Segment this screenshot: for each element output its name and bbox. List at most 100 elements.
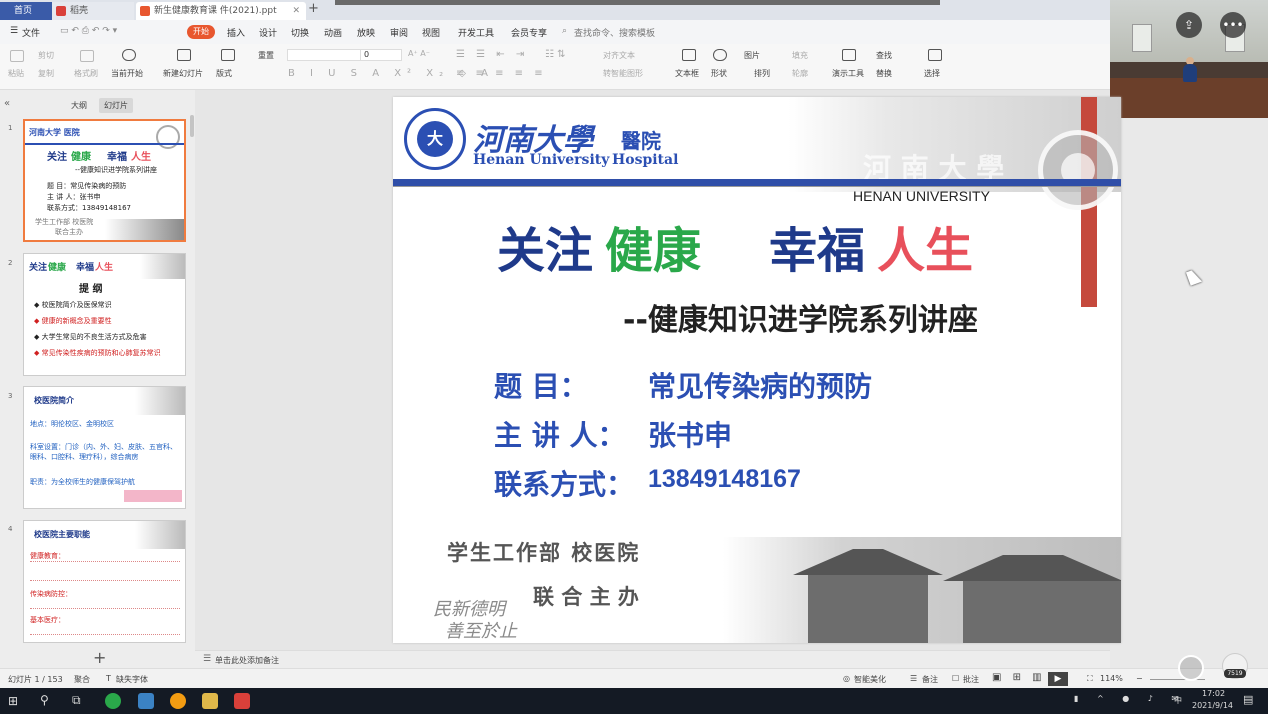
tab-document[interactable]: 新生健康教育课 件(2021).ppt ✕ xyxy=(136,2,306,20)
add-slide-button[interactable]: + xyxy=(93,648,106,667)
font-family-field[interactable] xyxy=(287,49,367,61)
share-icon[interactable]: ⇪ xyxy=(1176,12,1202,38)
tab-home[interactable]: 首页 xyxy=(0,2,52,20)
more-icon[interactable]: ••• xyxy=(1220,12,1246,38)
list-buttons[interactable]: ☰ ☰ ⇤ ⇥ xyxy=(456,49,528,60)
browser-icon[interactable] xyxy=(105,693,121,709)
shape-button[interactable]: 形状 xyxy=(711,68,727,79)
tray-icons[interactable]: ▮ ^ ● ♪ ✉ xyxy=(1074,694,1186,703)
font-size-field[interactable]: 0 xyxy=(360,49,402,61)
textbox-button[interactable]: 文本框 xyxy=(675,68,699,79)
thumbnail-scrollbar[interactable] xyxy=(190,115,194,137)
menu-design[interactable]: 设计 xyxy=(259,26,277,39)
notes-toggle[interactable]: 备注 xyxy=(922,674,938,685)
notes-placeholder[interactable]: 单击此处添加备注 xyxy=(215,655,279,666)
format-painter-button[interactable]: 格式刷 xyxy=(74,68,98,79)
slide-thumbnail-1[interactable]: 河南大学 医院 关注 健康 幸福 人生 --健康知识进学院系列讲座 题 目：常见… xyxy=(23,119,186,242)
new-slide-button[interactable]: 新建幻灯片 xyxy=(163,68,203,79)
quick-access-icons[interactable]: ▭ ↶ ⎙ ↶ ↷ ▾ xyxy=(60,26,117,36)
select-icon[interactable] xyxy=(928,49,942,61)
menu-animation[interactable]: 动画 xyxy=(324,26,342,39)
play-slideshow-icon[interactable]: ▶ xyxy=(1048,672,1068,686)
reset-button[interactable]: 重置 xyxy=(258,50,274,61)
smartart-button[interactable]: 转智能图形 xyxy=(603,68,643,79)
search-icon[interactable]: ⌕ xyxy=(562,26,567,36)
notification-icon[interactable]: ▤ xyxy=(1243,693,1253,706)
tab-outline[interactable]: 大纲 xyxy=(66,98,92,113)
thumb-photo xyxy=(140,254,185,279)
file-explorer-icon[interactable] xyxy=(202,693,218,709)
play-icon[interactable] xyxy=(122,49,136,61)
align-buttons[interactable]: ≡ ≡ ≡ ≡ ≡ xyxy=(456,68,547,79)
thumb-item: 健康的新概念及重要性 xyxy=(41,317,112,325)
comment-icon[interactable]: ☐ xyxy=(952,674,959,683)
notes-bar[interactable]: ☰ 单击此处添加备注 xyxy=(195,650,1110,668)
slide-thumbnail-3[interactable]: 校医院简介 地点：明伦校区、金明校区 科室设置：门诊（内、外、妇、皮肤、五官科、… xyxy=(23,386,186,509)
app-icon[interactable] xyxy=(170,693,186,709)
floating-ball-icon[interactable] xyxy=(1178,655,1204,681)
close-tab-icon[interactable]: ✕ xyxy=(292,2,300,20)
menu-insert[interactable]: 插入 xyxy=(227,26,245,39)
notes-toggle-icon[interactable]: ☰ xyxy=(910,674,917,683)
new-tab-button[interactable]: + xyxy=(308,1,319,16)
fill-button[interactable]: 填充 xyxy=(792,50,808,61)
smart-beautify-button[interactable]: 智能美化 xyxy=(854,674,886,685)
format-painter-icon[interactable] xyxy=(80,50,94,62)
zoom-out-icon[interactable]: − xyxy=(1136,674,1143,683)
menu-file[interactable]: 文件 xyxy=(22,26,40,39)
search-icon[interactable]: ⚲ xyxy=(40,693,49,707)
task-view-icon[interactable]: ⧉ xyxy=(72,693,81,708)
wps-icon[interactable] xyxy=(234,693,250,709)
replace-button[interactable]: 替换 xyxy=(876,68,892,79)
command-search[interactable]: 查找命令、搜索模板 xyxy=(574,26,655,39)
missing-font-button[interactable]: 缺失字体 xyxy=(116,674,148,685)
slide-thumbnail-4[interactable]: 校医院主要职能 健康教育： 传染病防控： 基本医疗： xyxy=(23,520,186,643)
zoom-level[interactable]: 114% xyxy=(1100,674,1123,683)
paste-icon[interactable] xyxy=(10,50,24,62)
outline-button[interactable]: 轮廓 xyxy=(792,68,808,79)
fit-window-icon[interactable]: ⛶ xyxy=(1087,674,1093,684)
from-current-button[interactable]: 当前开始 xyxy=(111,68,143,79)
paste-button[interactable]: 粘贴 xyxy=(8,68,24,79)
input-method[interactable]: 中 xyxy=(1174,695,1182,706)
present-tools-icon[interactable] xyxy=(842,49,856,61)
tab-daoke[interactable]: 稻壳 xyxy=(52,2,134,20)
layout-button[interactable]: 版式 xyxy=(216,68,232,79)
cut-button[interactable]: 剪切 xyxy=(38,50,54,61)
webcam-window xyxy=(1132,24,1152,52)
missing-font-icon[interactable]: T xyxy=(106,674,111,683)
title-part-1: 关注 xyxy=(497,223,594,279)
textbox-icon[interactable] xyxy=(682,49,696,61)
tab-slides[interactable]: 幻灯片 xyxy=(99,98,133,113)
app-icon[interactable] xyxy=(138,693,154,709)
comment-toggle[interactable]: 批注 xyxy=(963,674,979,685)
shape-icon[interactable] xyxy=(713,49,727,61)
font-grow-icon[interactable]: A⁺ A⁻ xyxy=(408,49,430,58)
collapse-panel-icon[interactable]: « xyxy=(4,98,10,109)
view-mode-icons[interactable]: ▣ ⊞ ▥ xyxy=(992,672,1046,683)
align-text-button[interactable]: 对齐文本 xyxy=(603,50,635,61)
menu-developer[interactable]: 开发工具 xyxy=(458,26,494,39)
slide-thumbnail-2[interactable]: 关注 健康 幸福 人生 提 纲 ◆ 校医院简介及医保常识 ◆ 健康的新概念及重要… xyxy=(23,253,186,376)
like-icon[interactable]: 7519 xyxy=(1222,653,1248,679)
menu-member[interactable]: 会员专享 xyxy=(511,26,547,39)
select-button[interactable]: 选择 xyxy=(924,68,940,79)
arrange-button[interactable]: 排列 xyxy=(754,68,770,79)
hamburger-icon[interactable]: ☰ xyxy=(10,26,18,36)
menu-slideshow[interactable]: 放映 xyxy=(357,26,375,39)
columns-icon[interactable]: ☷ ⇅ xyxy=(545,49,566,60)
slide-1[interactable]: 河 南 大 學 大 河南大學 醫院 Henan University Hospi… xyxy=(393,97,1121,643)
title-bar: 首页 稻壳 新生健康教育课 件(2021).ppt ✕ + xyxy=(0,0,1268,20)
layout-icon[interactable] xyxy=(221,49,235,61)
smart-beautify-icon[interactable]: ◎ xyxy=(843,674,850,683)
picture-button[interactable]: 图片 xyxy=(744,50,760,61)
find-button[interactable]: 查找 xyxy=(876,50,892,61)
menu-transition[interactable]: 切换 xyxy=(291,26,309,39)
menu-start[interactable]: 开始 xyxy=(187,25,215,39)
present-tools-button[interactable]: 演示工具 xyxy=(832,68,864,79)
menu-review[interactable]: 审阅 xyxy=(390,26,408,39)
copy-button[interactable]: 复制 xyxy=(38,68,54,79)
new-slide-icon[interactable] xyxy=(177,49,191,61)
menu-view[interactable]: 视图 xyxy=(422,26,440,39)
windows-start-icon[interactable]: ⊞ xyxy=(8,694,18,708)
